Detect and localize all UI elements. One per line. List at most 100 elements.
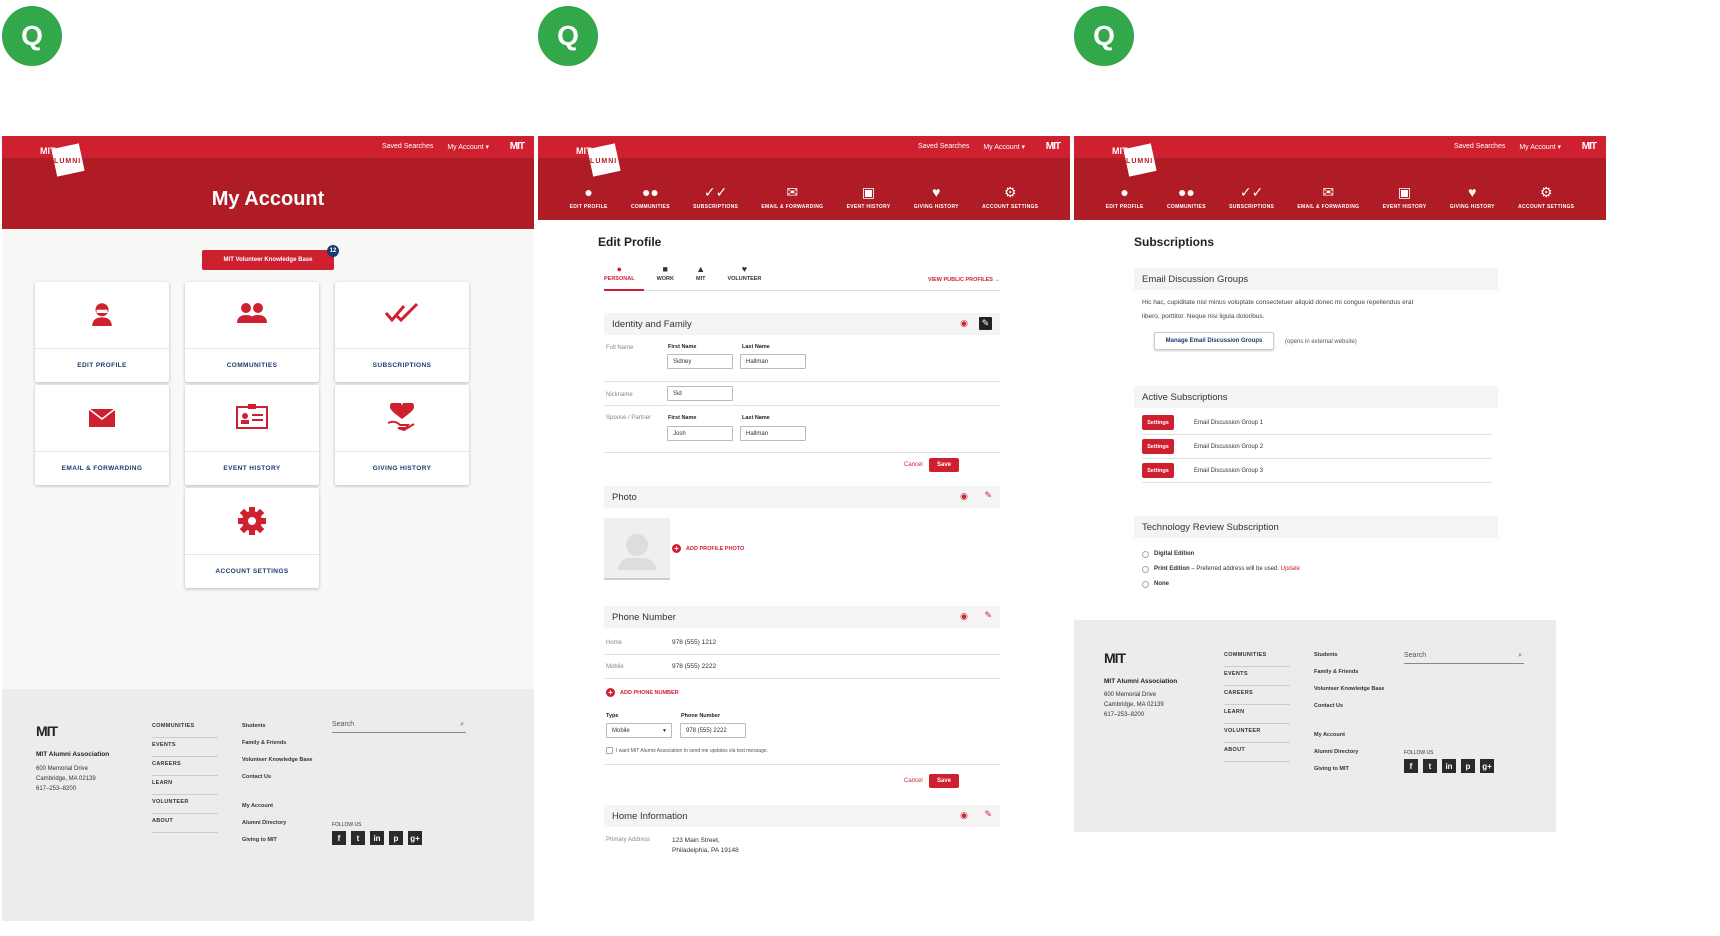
phone-number-input[interactable]: 978 (555) 2222 [680,723,746,738]
settings-button[interactable]: Settings [1142,439,1174,454]
footer-link[interactable]: LEARN [152,776,218,795]
nav-account-settings[interactable]: ⚙ ACCOUNT SETTINGS [982,184,1038,210]
footer-link[interactable]: LEARN [1224,705,1290,724]
footer-link[interactable]: COMMUNITIES [152,719,218,738]
mit-alumni-logo[interactable]: MIT ALUMNI [40,143,85,178]
text-updates-checkbox[interactable] [606,747,613,754]
print-edition-radio[interactable] [1142,566,1149,573]
mit-mark[interactable]: MIT [510,141,525,152]
phone-type-select[interactable]: Mobile ▼ [606,723,672,738]
footer-link[interactable]: Contact Us [242,770,313,787]
footer-link[interactable]: Students [242,719,313,736]
saved-searches-link[interactable]: Saved Searches [1454,143,1505,151]
footer-link[interactable]: Family & Friends [242,736,313,753]
saved-searches-link[interactable]: Saved Searches [918,143,969,151]
nav-communities[interactable]: ●● COMMUNITIES [1167,184,1206,210]
nav-edit-profile[interactable]: ● EDIT PROFILE [1106,184,1144,210]
footer-link[interactable]: ABOUT [1224,743,1290,762]
spouse-last-name-input[interactable]: Hallman [740,426,806,441]
view-public-profiles-link[interactable]: VIEW PUBLIC PROFILES → [928,277,1000,283]
twitter-icon[interactable]: t [351,831,365,845]
eye-icon[interactable]: ◉ [960,810,968,821]
pencil-icon[interactable]: ✎ [979,317,992,330]
footer-mit-logo[interactable]: MIT [36,723,58,739]
footer-link[interactable]: Giving to MIT [1314,762,1385,779]
mit-mark[interactable]: MIT [1046,141,1061,152]
saved-searches-link[interactable]: Saved Searches [382,143,433,151]
eye-icon[interactable]: ◉ [960,611,968,622]
pencil-icon[interactable]: ✎ [984,610,992,621]
google-plus-icon[interactable]: g+ [1480,759,1494,773]
tile-event-history[interactable]: EVENT HISTORY [185,385,319,485]
footer-link[interactable]: Contact Us [1314,699,1385,716]
footer-link[interactable]: CAREERS [152,757,218,776]
nickname-input[interactable]: Sid [667,386,733,401]
footer-link[interactable]: VOLUNTEER [1224,724,1290,743]
nav-edit-profile[interactable]: ● EDIT PROFILE [570,184,608,210]
footer-link[interactable]: Volunteer Knowledge Base [242,753,313,770]
tile-giving-history[interactable]: GIVING HISTORY [335,385,469,485]
mit-alumni-logo[interactable]: MIT ALUMNI [576,143,621,178]
footer-link[interactable]: Volunteer Knowledge Base [1314,682,1385,699]
footer-link[interactable]: COMMUNITIES [1224,648,1290,667]
mit-mark[interactable]: MIT [1582,141,1597,152]
pencil-icon[interactable]: ✎ [984,809,992,820]
footer-search-input[interactable]: Search ⌕ [332,721,466,733]
footer-link[interactable]: ABOUT [152,814,218,833]
footer-search-input[interactable]: Search ⌕ [1404,652,1524,664]
footer-link[interactable]: My Account [242,799,313,816]
none-radio[interactable] [1142,581,1149,588]
cancel-button[interactable]: Cancel [904,778,923,784]
spouse-first-name-input[interactable]: Josh [667,426,733,441]
my-account-menu[interactable]: My Account ▾ [447,143,489,151]
tab-personal[interactable]: ● PERSONAL [604,264,635,282]
save-button[interactable]: Save [929,458,959,472]
pinterest-icon[interactable]: p [1461,759,1475,773]
tab-volunteer[interactable]: ♥ VOLUNTEER [727,264,761,282]
footer-link[interactable]: My Account [1314,728,1385,745]
pinterest-icon[interactable]: p [389,831,403,845]
my-account-menu[interactable]: My Account ▾ [1519,143,1561,151]
save-button[interactable]: Save [929,774,959,788]
last-name-input[interactable]: Hallman [740,354,806,369]
linkedin-icon[interactable]: in [370,831,384,845]
digital-edition-radio[interactable] [1142,551,1149,558]
eye-icon[interactable]: ◉ [960,318,968,329]
footer-link[interactable]: VOLUNTEER [152,795,218,814]
linkedin-icon[interactable]: in [1442,759,1456,773]
tab-work[interactable]: ■ WORK [657,264,674,282]
footer-mit-logo[interactable]: MIT [1104,650,1126,666]
tile-account-settings[interactable]: ACCOUNT SETTINGS [185,488,319,588]
settings-button[interactable]: Settings [1142,463,1174,478]
eye-icon[interactable]: ◉ [960,491,968,502]
nav-communities[interactable]: ●● COMMUNITIES [631,184,670,210]
nav-email-forwarding[interactable]: ✉ EMAIL & FORWARDING [761,184,823,210]
update-address-link[interactable]: Update [1281,566,1300,572]
footer-link[interactable]: Family & Friends [1314,665,1385,682]
tile-subscriptions[interactable]: SUBSCRIPTIONS [335,282,469,382]
twitter-icon[interactable]: t [1423,759,1437,773]
tile-email-forwarding[interactable]: EMAIL & FORWARDING [35,385,169,485]
nav-account-settings[interactable]: ⚙ ACCOUNT SETTINGS [1518,184,1574,210]
nav-email-forwarding[interactable]: ✉ EMAIL & FORWARDING [1297,184,1359,210]
tile-edit-profile[interactable]: EDIT PROFILE [35,282,169,382]
footer-link[interactable]: Alumni Directory [242,816,313,833]
settings-button[interactable]: Settings [1142,415,1174,430]
google-plus-icon[interactable]: g+ [408,831,422,845]
add-profile-photo-link[interactable]: + ADD PROFILE PHOTO [672,544,744,553]
volunteer-knowledge-base-button[interactable]: MIT Volunteer Knowledge Base 12 [202,245,339,270]
add-phone-number-link[interactable]: + ADD PHONE NUMBER [606,688,679,697]
nav-event-history[interactable]: ▣ EVENT HISTORY [847,184,891,210]
facebook-icon[interactable]: f [332,831,346,845]
tab-mit[interactable]: ▲ MIT [696,264,705,282]
facebook-icon[interactable]: f [1404,759,1418,773]
nav-giving-history[interactable]: ♥ GIVING HISTORY [1450,184,1495,210]
nav-subscriptions[interactable]: ✓✓ SUBSCRIPTIONS [693,184,738,210]
pencil-icon[interactable]: ✎ [984,490,992,501]
footer-link[interactable]: EVENTS [1224,667,1290,686]
tile-communities[interactable]: COMMUNITIES [185,282,319,382]
mit-alumni-logo[interactable]: MIT ALUMNI [1112,143,1157,178]
manage-email-groups-button[interactable]: Manage Email Discussion Groups [1154,332,1274,350]
nav-giving-history[interactable]: ♥ GIVING HISTORY [914,184,959,210]
footer-link[interactable]: Alumni Directory [1314,745,1385,762]
